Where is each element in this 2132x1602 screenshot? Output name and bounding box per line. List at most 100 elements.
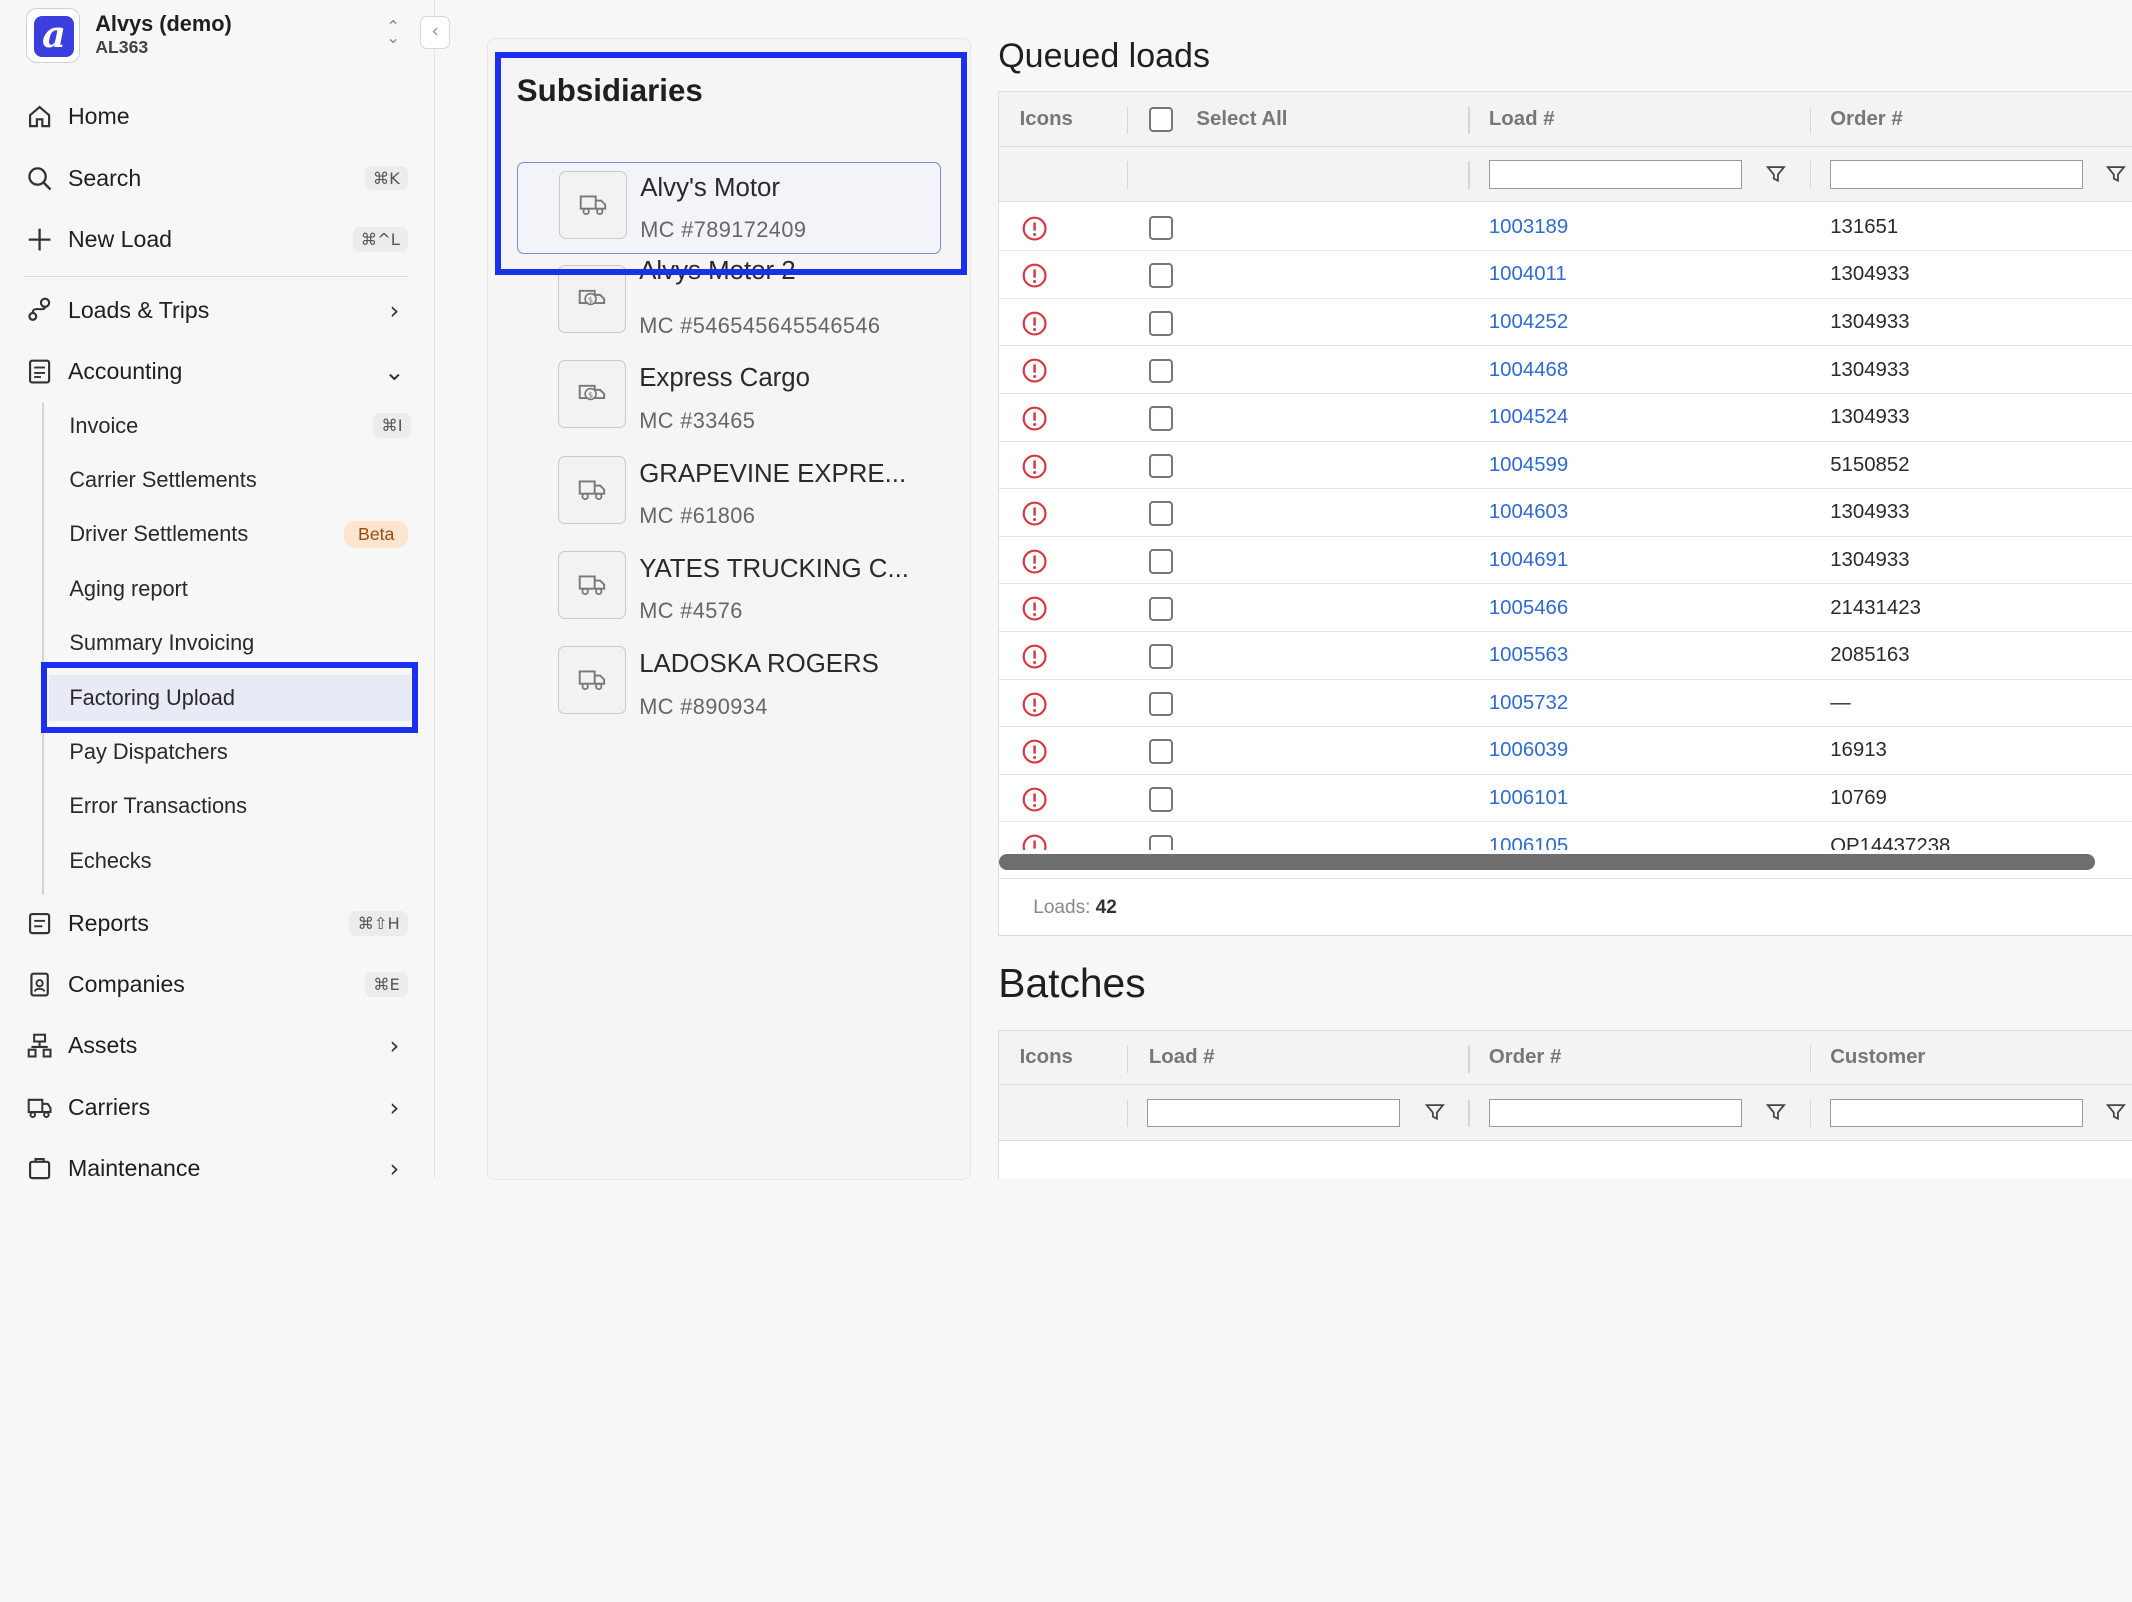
load-link[interactable]: 1003189 [1489,216,1568,239]
nav-search[interactable]: Search ⌘K [24,155,408,201]
table-row[interactable]: 1005466 21431423 [999,584,2132,633]
row-checkbox[interactable] [1148,787,1174,812]
load-link[interactable]: 1005466 [1489,597,1568,620]
nav-carriers[interactable]: Carriers › [24,1084,408,1130]
load-link[interactable]: 1004691 [1489,549,1568,572]
nav-new-load[interactable]: New Load ⌘^L [24,216,408,262]
error-alert-icon[interactable] [1021,691,1048,718]
col-resize-handle[interactable] [1468,107,1470,135]
error-alert-icon[interactable] [1021,215,1048,242]
col-resize-handle[interactable] [1127,107,1129,135]
nav-reports[interactable]: Reports ⌘⇧H [24,900,408,946]
error-alert-icon[interactable] [1021,357,1048,384]
row-checkbox[interactable] [1148,644,1174,669]
filter-icon[interactable] [1765,163,1787,185]
table-row[interactable]: 1004011 1304933 [999,251,2132,299]
org-switcher[interactable]: a Alvys (demo) AL363 ⌃ ⌄ [24,5,408,63]
load-link[interactable]: 1006039 [1489,739,1568,762]
load-link[interactable]: 1006101 [1489,787,1568,810]
sidebar-item-invoice[interactable]: Invoice ⌘I [49,403,411,449]
nav-assets[interactable]: Assets › [24,1023,408,1069]
checkbox[interactable] [1148,107,1174,132]
filter-icon[interactable] [1765,1101,1787,1123]
table-row[interactable]: 1005732 — [999,679,2132,728]
table-row[interactable]: 1004468 1304933 [999,346,2132,395]
select-all-checkbox[interactable] [1148,92,1174,146]
load-link[interactable]: 1005732 [1489,692,1568,715]
horizontal-scrollbar[interactable] [999,853,2096,871]
error-alert-icon[interactable] [1021,405,1048,432]
sidebar-item-factoring-upload[interactable]: Factoring Upload [48,674,411,721]
nav-maintenance[interactable]: Maintenance › [24,1145,408,1191]
col-header-order[interactable]: Order # [1489,1031,1562,1085]
table-row[interactable]: 1004599 5150852 [999,441,2132,490]
col-header-load[interactable]: Load # [1149,1031,1215,1085]
subsidiary-card[interactable]: YATES TRUCKING C... MC #4576 [517,543,941,635]
collapse-sidebar-button[interactable]: ‹ [420,16,451,49]
sidebar-item-echecks[interactable]: Echecks [49,838,411,884]
table-row[interactable]: 1006039 16913 [999,727,2132,775]
error-alert-icon[interactable] [1021,453,1048,480]
error-alert-icon[interactable] [1021,833,1048,850]
row-checkbox[interactable] [1148,215,1174,241]
load-link[interactable]: 1004524 [1489,406,1568,429]
error-alert-icon[interactable] [1021,595,1048,622]
subsidiary-card[interactable]: Alvy's Motor MC #789172409 [516,161,942,255]
col-header-order[interactable]: Order # [1830,92,1903,146]
row-checkbox[interactable] [1148,834,1174,850]
table-row[interactable]: 1006101 10769 [999,774,2132,823]
load-link[interactable]: 1004011 [1489,263,1567,286]
nav-home[interactable]: Home [24,94,408,140]
sidebar-item-carrier-settlements[interactable]: Carrier Settlements [49,457,411,503]
row-checkbox[interactable] [1148,263,1174,288]
subsidiary-card[interactable]: $ Alvys Motor 2 MC #546545645546546 [517,257,941,349]
order-filter-input[interactable] [1830,160,2084,189]
row-checkbox[interactable] [1148,501,1174,526]
table-row[interactable]: 1003189 131651 [999,203,2132,252]
load-link[interactable]: 1004468 [1489,359,1568,382]
order-filter-input[interactable] [1488,1098,1742,1128]
sidebar-item-pay-dispatchers[interactable]: Pay Dispatchers [49,729,411,775]
subsidiary-card[interactable]: GRAPEVINE EXPRE... MC #61806 [517,447,941,539]
row-checkbox[interactable] [1148,311,1174,336]
col-header-load[interactable]: Load # [1489,92,1555,146]
load-link[interactable]: 1004603 [1489,501,1568,524]
error-alert-icon[interactable] [1021,310,1048,337]
load-filter-input[interactable] [1147,1098,1401,1128]
filter-icon[interactable] [2105,163,2127,185]
table-row[interactable]: 1004603 1304933 [999,489,2132,537]
table-row[interactable]: 1005563 2085163 [999,632,2132,680]
table-row[interactable]: 1004691 1304933 [999,536,2132,585]
error-alert-icon[interactable] [1021,643,1048,670]
nav-accounting[interactable]: Accounting ⌄ [24,348,408,394]
col-resize-handle[interactable] [1468,1045,1470,1073]
row-checkbox[interactable] [1148,691,1174,717]
subsidiary-card[interactable]: $ Express Cargo MC #33465 [517,352,941,444]
load-link[interactable]: 1005563 [1489,644,1568,667]
error-alert-icon[interactable] [1021,548,1048,575]
sidebar-item-error-transactions[interactable]: Error Transactions [49,783,411,829]
nav-loads-trips[interactable]: Loads & Trips › [24,287,408,333]
error-alert-icon[interactable] [1021,786,1048,813]
row-checkbox[interactable] [1148,739,1174,764]
filter-icon[interactable] [1424,1101,1446,1123]
subsidiary-card[interactable]: LADOSKA ROGERS MC #890934 [517,638,941,730]
row-checkbox[interactable] [1148,549,1174,574]
row-checkbox[interactable] [1148,596,1174,622]
table-row[interactable]: 1004252 1304933 [999,298,2132,347]
load-link[interactable]: 1006105 [1489,835,1568,850]
col-header-customer[interactable]: Customer [1830,1031,1925,1085]
sidebar-item-summary-invoicing[interactable]: Summary Invoicing [49,620,411,666]
table-row[interactable]: 1006105 OP14437238 [999,822,2132,850]
col-resize-handle[interactable] [1127,1045,1129,1073]
error-alert-icon[interactable] [1021,262,1048,289]
col-resize-handle[interactable] [1809,107,1812,135]
error-alert-icon[interactable] [1021,738,1048,765]
load-filter-input[interactable] [1488,160,1742,189]
load-link[interactable]: 1004599 [1489,454,1568,477]
customer-filter-input[interactable] [1830,1098,2084,1128]
row-checkbox[interactable] [1148,406,1174,431]
error-alert-icon[interactable] [1021,500,1048,527]
table-row[interactable]: 1004524 1304933 [999,394,2132,442]
row-checkbox[interactable] [1148,453,1174,479]
